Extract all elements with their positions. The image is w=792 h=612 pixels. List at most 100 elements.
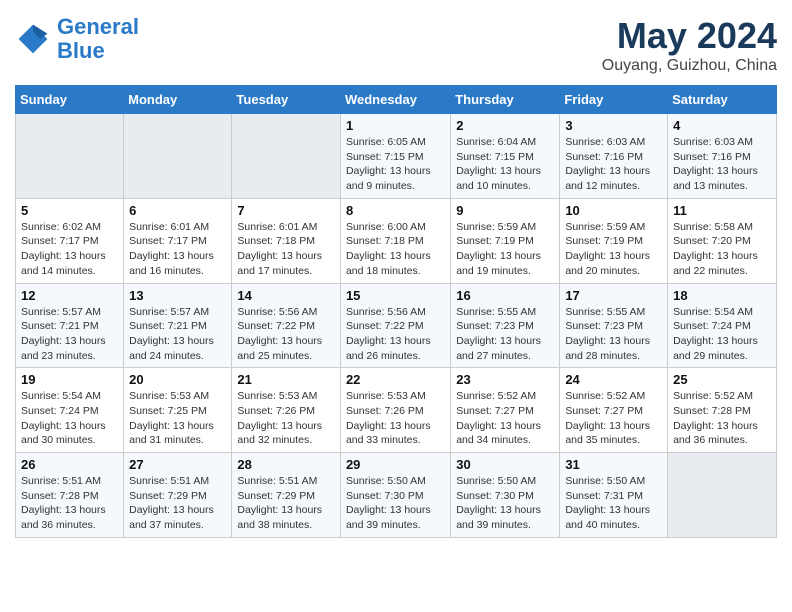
calendar-cell: 6 Sunrise: 6:01 AMSunset: 7:17 PMDaylight… xyxy=(124,198,232,283)
day-number: 15 xyxy=(346,288,445,303)
calendar-cell: 16 Sunrise: 5:55 AMSunset: 7:23 PMDayligh… xyxy=(451,283,560,368)
calendar-cell: 19Sunrise: 5:54 AMSunset: 7:24 PMDayligh… xyxy=(16,368,124,453)
day-number: 5 xyxy=(21,203,118,218)
day-number: 25 xyxy=(673,372,771,387)
day-detail: Sunrise: 5:55 AMSunset: 7:23 PMDaylight:… xyxy=(565,305,662,364)
logo: General Blue xyxy=(15,15,139,63)
calendar-cell: 23 Sunrise: 5:52 AMSunset: 7:27 PMDayligh… xyxy=(451,368,560,453)
calendar-cell: 10 Sunrise: 5:59 AMSunset: 7:19 PMDayligh… xyxy=(560,198,668,283)
day-number: 21 xyxy=(237,372,335,387)
day-detail: Sunrise: 5:58 AMSunset: 7:20 PMDaylight:… xyxy=(673,220,771,279)
calendar-cell: 11 Sunrise: 5:58 AMSunset: 7:20 PMDayligh… xyxy=(668,198,777,283)
day-number: 12 xyxy=(21,288,118,303)
day-detail: Sunrise: 5:59 AMSunset: 7:19 PMDaylight:… xyxy=(565,220,662,279)
day-number: 26 xyxy=(21,457,118,472)
day-detail: Sunrise: 5:52 AMSunset: 7:27 PMDaylight:… xyxy=(565,389,662,448)
day-detail: Sunrise: 6:04 AMSunset: 7:15 PMDaylight:… xyxy=(456,135,554,194)
day-number: 8 xyxy=(346,203,445,218)
calendar-cell: 24 Sunrise: 5:52 AMSunset: 7:27 PMDayligh… xyxy=(560,368,668,453)
day-number: 4 xyxy=(673,118,771,133)
weekday-header-monday: Monday xyxy=(124,86,232,114)
calendar-cell: 13Sunrise: 5:57 AMSunset: 7:21 PMDayligh… xyxy=(124,283,232,368)
calendar-cell: 1 Sunrise: 6:05 AMSunset: 7:15 PMDaylight… xyxy=(340,114,450,199)
day-detail: Sunrise: 6:00 AMSunset: 7:18 PMDaylight:… xyxy=(346,220,445,279)
calendar-cell: 3 Sunrise: 6:03 AMSunset: 7:16 PMDaylight… xyxy=(560,114,668,199)
day-number: 23 xyxy=(456,372,554,387)
calendar-cell: 22 Sunrise: 5:53 AMSunset: 7:26 PMDayligh… xyxy=(340,368,450,453)
weekday-header-friday: Friday xyxy=(560,86,668,114)
day-number: 7 xyxy=(237,203,335,218)
day-detail: Sunrise: 5:55 AMSunset: 7:23 PMDaylight:… xyxy=(456,305,554,364)
day-number: 6 xyxy=(129,203,226,218)
calendar-week-row: 12 Sunrise: 5:57 AMSunset: 7:21 PMDayligh… xyxy=(16,283,777,368)
day-number: 31 xyxy=(565,457,662,472)
calendar-cell: 31 Sunrise: 5:50 AMSunset: 7:31 PMDayligh… xyxy=(560,453,668,538)
day-number: 3 xyxy=(565,118,662,133)
weekday-header-sunday: Sunday xyxy=(16,86,124,114)
calendar-cell: 29 Sunrise: 5:50 AMSunset: 7:30 PMDayligh… xyxy=(340,453,450,538)
day-detail: Sunrise: 5:57 AMSunset: 7:21 PMDaylight:… xyxy=(21,305,118,364)
page-header: General Blue May 2024 Ouyang, Guizhou, C… xyxy=(15,15,777,75)
day-detail: Sunrise: 5:50 AMSunset: 7:31 PMDaylight:… xyxy=(565,474,662,533)
weekday-header-row: SundayMondayTuesdayWednesdayThursdayFrid… xyxy=(16,86,777,114)
calendar-cell: 2 Sunrise: 6:04 AMSunset: 7:15 PMDaylight… xyxy=(451,114,560,199)
calendar-cell: 25 Sunrise: 5:52 AMSunset: 7:28 PMDayligh… xyxy=(668,368,777,453)
day-detail: Sunrise: 5:52 AMSunset: 7:27 PMDaylight:… xyxy=(456,389,554,448)
day-number: 22 xyxy=(346,372,445,387)
title-block: May 2024 Ouyang, Guizhou, China xyxy=(602,15,777,75)
day-detail: Sunrise: 5:56 AMSunset: 7:22 PMDaylight:… xyxy=(237,305,335,364)
calendar-table: SundayMondayTuesdayWednesdayThursdayFrid… xyxy=(15,85,777,538)
day-number: 1 xyxy=(346,118,445,133)
day-number: 29 xyxy=(346,457,445,472)
weekday-header-tuesday: Tuesday xyxy=(232,86,341,114)
calendar-week-row: 19Sunrise: 5:54 AMSunset: 7:24 PMDayligh… xyxy=(16,368,777,453)
calendar-title: May 2024 xyxy=(602,15,777,57)
weekday-header-thursday: Thursday xyxy=(451,86,560,114)
calendar-cell: 4Sunrise: 6:03 AMSunset: 7:16 PMDaylight… xyxy=(668,114,777,199)
calendar-cell: 26Sunrise: 5:51 AMSunset: 7:28 PMDayligh… xyxy=(16,453,124,538)
day-number: 11 xyxy=(673,203,771,218)
calendar-cell: 27 Sunrise: 5:51 AMSunset: 7:29 PMDayligh… xyxy=(124,453,232,538)
day-number: 28 xyxy=(237,457,335,472)
day-number: 10 xyxy=(565,203,662,218)
calendar-cell: 20Sunrise: 5:53 AMSunset: 7:25 PMDayligh… xyxy=(124,368,232,453)
calendar-cell: 28 Sunrise: 5:51 AMSunset: 7:29 PMDayligh… xyxy=(232,453,341,538)
day-detail: Sunrise: 6:01 AMSunset: 7:18 PMDaylight:… xyxy=(237,220,335,279)
day-number: 27 xyxy=(129,457,226,472)
day-detail: Sunrise: 5:51 AMSunset: 7:29 PMDaylight:… xyxy=(237,474,335,533)
calendar-cell: 30Sunrise: 5:50 AMSunset: 7:30 PMDayligh… xyxy=(451,453,560,538)
day-number: 2 xyxy=(456,118,554,133)
day-detail: Sunrise: 5:53 AMSunset: 7:26 PMDaylight:… xyxy=(237,389,335,448)
day-detail: Sunrise: 6:03 AMSunset: 7:16 PMDaylight:… xyxy=(565,135,662,194)
day-detail: Sunrise: 5:51 AMSunset: 7:29 PMDaylight:… xyxy=(129,474,226,533)
day-detail: Sunrise: 6:02 AMSunset: 7:17 PMDaylight:… xyxy=(21,220,118,279)
day-detail: Sunrise: 5:53 AMSunset: 7:26 PMDaylight:… xyxy=(346,389,445,448)
calendar-cell: 18Sunrise: 5:54 AMSunset: 7:24 PMDayligh… xyxy=(668,283,777,368)
calendar-cell xyxy=(232,114,341,199)
day-number: 30 xyxy=(456,457,554,472)
weekday-header-wednesday: Wednesday xyxy=(340,86,450,114)
calendar-cell: 8 Sunrise: 6:00 AMSunset: 7:18 PMDaylight… xyxy=(340,198,450,283)
calendar-cell xyxy=(124,114,232,199)
day-number: 19 xyxy=(21,372,118,387)
calendar-cell: 15 Sunrise: 5:56 AMSunset: 7:22 PMDayligh… xyxy=(340,283,450,368)
day-number: 24 xyxy=(565,372,662,387)
calendar-week-row: 5 Sunrise: 6:02 AMSunset: 7:17 PMDaylight… xyxy=(16,198,777,283)
calendar-week-row: 1 Sunrise: 6:05 AMSunset: 7:15 PMDaylight… xyxy=(16,114,777,199)
day-detail: Sunrise: 5:52 AMSunset: 7:28 PMDaylight:… xyxy=(673,389,771,448)
calendar-cell: 14Sunrise: 5:56 AMSunset: 7:22 PMDayligh… xyxy=(232,283,341,368)
day-detail: Sunrise: 6:01 AMSunset: 7:17 PMDaylight:… xyxy=(129,220,226,279)
calendar-cell: 9Sunrise: 5:59 AMSunset: 7:19 PMDaylight… xyxy=(451,198,560,283)
day-detail: Sunrise: 5:56 AMSunset: 7:22 PMDaylight:… xyxy=(346,305,445,364)
day-number: 20 xyxy=(129,372,226,387)
calendar-week-row: 26Sunrise: 5:51 AMSunset: 7:28 PMDayligh… xyxy=(16,453,777,538)
calendar-cell xyxy=(16,114,124,199)
day-number: 16 xyxy=(456,288,554,303)
day-detail: Sunrise: 5:54 AMSunset: 7:24 PMDaylight:… xyxy=(673,305,771,364)
day-number: 9 xyxy=(456,203,554,218)
location-subtitle: Ouyang, Guizhou, China xyxy=(602,57,777,75)
day-detail: Sunrise: 5:50 AMSunset: 7:30 PMDaylight:… xyxy=(346,474,445,533)
calendar-cell: 21 Sunrise: 5:53 AMSunset: 7:26 PMDayligh… xyxy=(232,368,341,453)
day-detail: Sunrise: 6:05 AMSunset: 7:15 PMDaylight:… xyxy=(346,135,445,194)
calendar-cell: 12 Sunrise: 5:57 AMSunset: 7:21 PMDayligh… xyxy=(16,283,124,368)
